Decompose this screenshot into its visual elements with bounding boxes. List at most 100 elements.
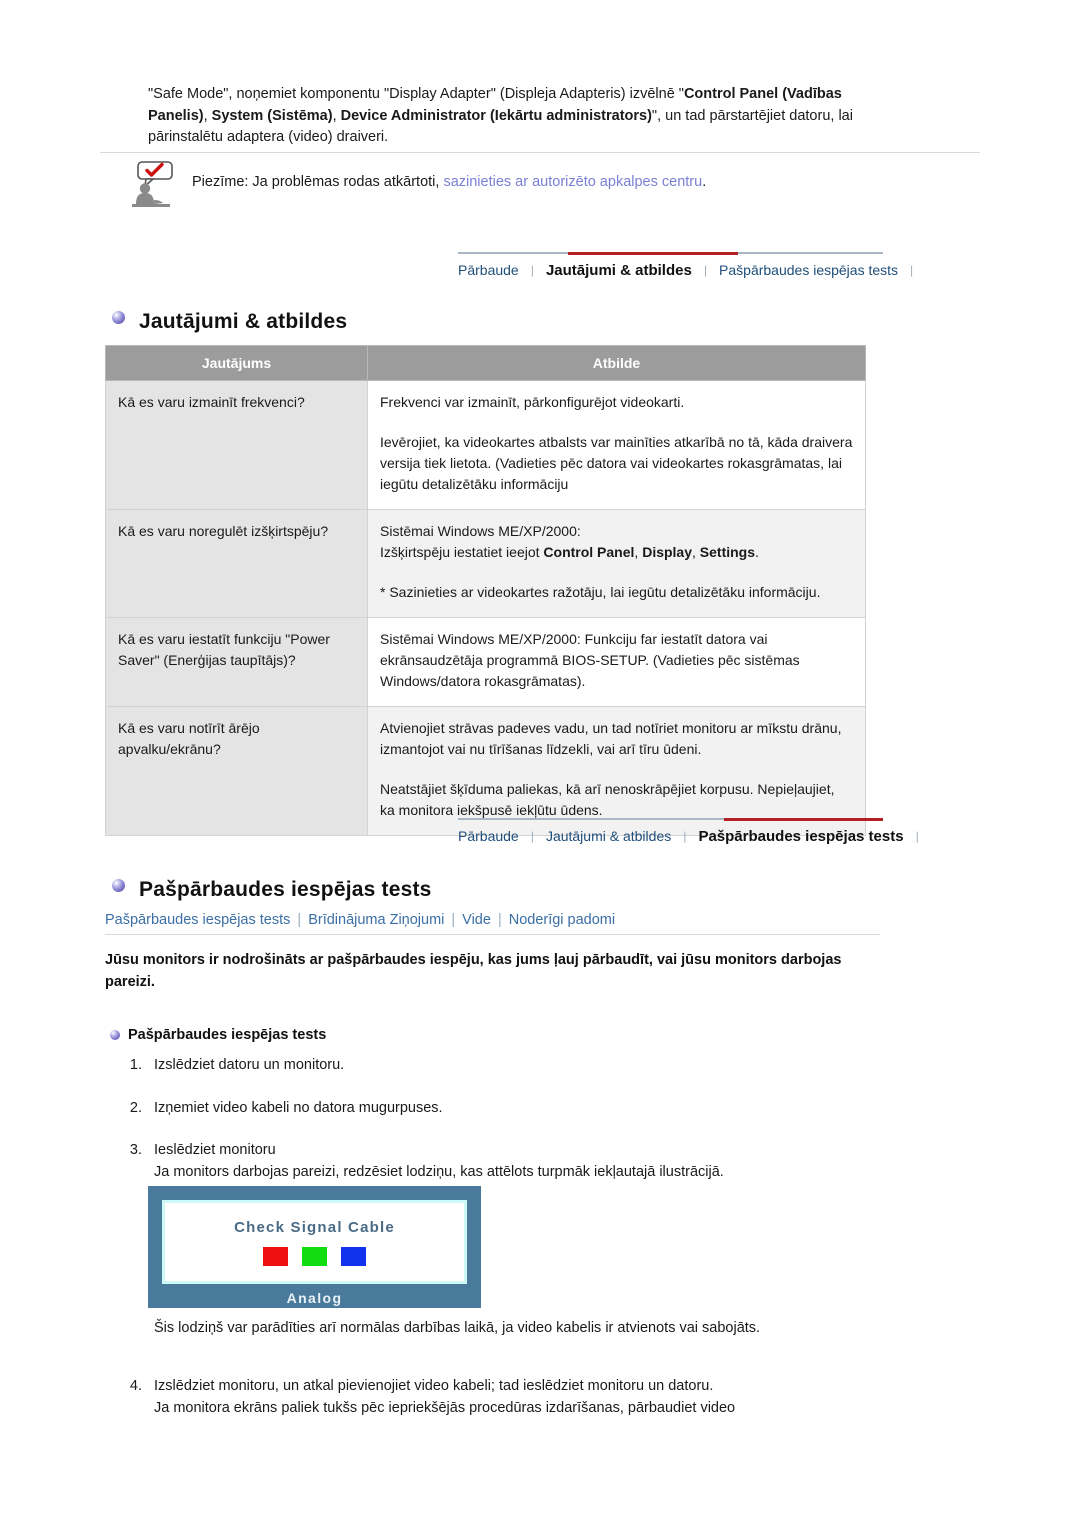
table-row: Kā es varu notīrīt ārējo apvalku/ekrānu?…: [105, 706, 866, 836]
intro-sep2: ,: [332, 107, 341, 124]
subnav-links: Pašpārbaudes iespējas tests | Brīdinājuma …: [105, 912, 880, 935]
page-title: Pašpārbaudes iespējas tests: [139, 878, 432, 901]
monitor-input-label: Analog: [286, 1290, 343, 1306]
list-item: 2. Izņemiet video kabeli no datora mugur…: [118, 1098, 878, 1120]
subnav-separator: |: [497, 912, 502, 928]
step-text-secondary: Ja monitors darbojas pareizi, redzēsiet …: [154, 1163, 724, 1180]
intro-bold-system: System (Sistēma): [211, 107, 333, 124]
table-header-row: Jautājums Atbilde: [105, 345, 866, 381]
step-text: Izslēdziet monitoru, un atkal pievienoji…: [154, 1378, 714, 1394]
subnav-separator: |: [451, 912, 456, 928]
step-number: 1.: [129, 1057, 142, 1073]
note-prefix: Piezīme: Ja problēmas rodas atkārtoti,: [192, 174, 444, 190]
answer-paragraph: Sistēmai Windows ME/XP/2000: Funkciju fa…: [380, 631, 800, 689]
step-number: 4.: [129, 1378, 142, 1394]
intro-line1-a: "Safe Mode", noņemiet komponentu "Displa…: [148, 86, 684, 102]
tabstrip-faq: Pārbaude ❘ Jautājumi & atbildes ❘ Pašpār…: [458, 252, 916, 296]
note-row: Piezīme: Ja problēmas rodas atkārtoti, s…: [130, 160, 930, 216]
answer-paragraph: Sistēmai Windows ME/XP/2000:: [380, 523, 581, 539]
selftest-subheading: Pašpārbaudes iespējas tests: [110, 1027, 326, 1043]
column-header-question: Jautājums: [105, 345, 368, 381]
tab-parbaude[interactable]: Pārbaude: [458, 828, 519, 844]
selftest-section-heading: Pašpārbaudes iespējas tests: [112, 878, 432, 902]
bullet-orb-icon: [112, 310, 125, 324]
step-text: Ieslēdziet monitoru: [154, 1142, 276, 1158]
list-item: 4. Izslēdziet monitoru, un atkal pievien…: [118, 1376, 878, 1419]
table-row: Kā es varu izmainīt frekvenci? Frekvenci…: [105, 380, 866, 510]
note-person-checkmark-icon: [130, 160, 186, 212]
tab-separator: ❘: [527, 831, 537, 843]
tabstrip-selftest: Pārbaude ❘ Jautājumi & atbildes ❘ Pašpār…: [458, 818, 922, 862]
note-suffix: .: [702, 174, 707, 190]
intro-bold-device-admin: Device Administrator (Iekārtu administra…: [340, 107, 652, 124]
swatch-red-icon: [263, 1247, 288, 1266]
intro-sep1: ,: [203, 107, 212, 124]
answer-bold-display: Display: [642, 544, 693, 560]
selftest-steps-list-continued: 4. Izslēdziet monitoru, un atkal pievien…: [118, 1376, 878, 1440]
answer-paragraph: Neatstājiet šķīduma paliekas, kā arī nen…: [380, 781, 835, 818]
document-page: "Safe Mode", noņemiet komponentu "Displa…: [0, 0, 1080, 1528]
note-text: Piezīme: Ja problēmas rodas atkārtoti, s…: [192, 172, 706, 192]
bullet-orb-icon: [112, 878, 125, 892]
step-number: 3.: [129, 1142, 142, 1158]
subnav-separator: |: [297, 912, 302, 928]
answer-paragraph: Atvienojiet strāvas padeves vadu, un tad…: [380, 720, 842, 757]
service-center-link[interactable]: sazinieties ar autorizēto apkalpes centr…: [443, 174, 702, 190]
tab-jautajumi-atbildes[interactable]: Jautājumi & atbildes: [546, 262, 692, 279]
list-item: 1. Izslēdziet datoru un monitoru.: [118, 1055, 878, 1077]
subnav-link-environment[interactable]: Vide: [462, 912, 491, 928]
answer-paragraph: Frekvenci var izmainīt, pārkonfigurējot …: [380, 394, 685, 410]
list-item: 3. Ieslēdziet monitoru Ja monitors darbo…: [118, 1140, 878, 1183]
tab-paspārbaudes-tests[interactable]: Pašpārbaudes iespējas tests: [719, 262, 898, 278]
rgb-swatches: [165, 1247, 464, 1266]
answer-paragraph: * Sazinieties ar videokartes ražotāju, l…: [380, 584, 821, 600]
tab-separator: ❘: [700, 265, 711, 277]
faq-answer: Frekvenci var izmainīt, pārkonfigurējot …: [367, 380, 866, 510]
after-image-paragraph: Šis lodziņš var parādīties arī normālas …: [154, 1320, 761, 1336]
faq-answer: Sistēmai Windows ME/XP/2000: Izšķirtspēj…: [367, 509, 866, 618]
selftest-subheading-label: Pašpārbaudes iespējas tests: [128, 1027, 327, 1043]
tab-separator: ❘: [680, 831, 690, 843]
tabstrip-active-indicator: [724, 818, 883, 821]
intro-sep3: ",: [651, 107, 666, 124]
swatch-blue-icon: [341, 1247, 366, 1266]
faq-question: Kā es varu izmainīt frekvenci?: [105, 380, 368, 510]
answer-pre: Izšķirtspēju iestatiet ieejot: [380, 544, 544, 560]
selftest-lead-paragraph: Jūsu monitors ir nodrošināts ar pašpārba…: [105, 952, 842, 990]
tab-separator: ❘: [912, 831, 922, 843]
intro-text: "Safe Mode", noņemiet komponentu "Displa…: [148, 84, 860, 149]
bullet-orb-icon: [110, 1030, 120, 1040]
step-text: Izslēdziet datoru un monitoru.: [154, 1057, 345, 1073]
step-number: 2.: [129, 1099, 142, 1116]
swatch-green-icon: [302, 1247, 327, 1266]
horizontal-divider: [100, 152, 980, 153]
step-text-secondary: Ja monitora ekrāns paliek tukšs pēc iepr…: [154, 1399, 736, 1416]
faq-question: Kā es varu notīrīt ārējo apvalku/ekrānu?: [105, 706, 368, 836]
answer-paragraph-rich: Izšķirtspēju iestatiet ieejot Control Pa…: [380, 542, 853, 563]
tab-parbaude[interactable]: Pārbaude: [458, 262, 519, 278]
tab-list: Pārbaude ❘ Jautājumi & atbildes ❘ Pašpār…: [458, 828, 931, 845]
subnav-link-tips[interactable]: Noderīgi padomi: [509, 912, 615, 928]
step-text: Izņemiet video kabeli no datora mugurpus…: [154, 1099, 443, 1116]
answer-paragraph: Ievērojiet, ka videokartes atbalsts var …: [380, 434, 853, 492]
faq-answer: Sistēmai Windows ME/XP/2000: Funkciju fa…: [367, 617, 866, 707]
faq-table: Jautājums Atbilde Kā es varu izmainīt fr…: [105, 345, 866, 836]
tabstrip-active-indicator: [568, 252, 738, 255]
monitor-selftest-illustration: Check Signal Cable Analog: [148, 1186, 481, 1308]
intro-paragraph: "Safe Mode", noņemiet komponentu "Displa…: [148, 84, 860, 149]
monitor-screen: Check Signal Cable: [162, 1200, 467, 1284]
tab-separator: ❘: [907, 265, 917, 277]
column-header-answer: Atbilde: [367, 345, 866, 381]
tab-list: Pārbaude ❘ Jautājumi & atbildes ❘ Pašpār…: [458, 262, 925, 279]
tab-paspārbaudes-tests[interactable]: Pašpārbaudes iespējas tests: [698, 828, 903, 845]
subnav-link-selftest[interactable]: Pašpārbaudes iespējas tests: [105, 912, 290, 928]
page-title: Jautājumi & atbildes: [139, 310, 348, 333]
faq-question: Kā es varu iestatīt funkciju "Power Save…: [105, 617, 368, 707]
check-signal-cable-message: Check Signal Cable: [234, 1219, 395, 1236]
faq-section-heading: Jautājumi & atbildes: [112, 310, 347, 334]
tab-jautajumi-atbildes[interactable]: Jautājumi & atbildes: [546, 828, 671, 844]
answer-post: .: [755, 544, 759, 560]
tab-separator: ❘: [527, 265, 537, 277]
answer-bold-control-panel: Control Panel: [543, 544, 635, 560]
subnav-link-warnings[interactable]: Brīdinājuma Ziņojumi: [308, 912, 444, 928]
